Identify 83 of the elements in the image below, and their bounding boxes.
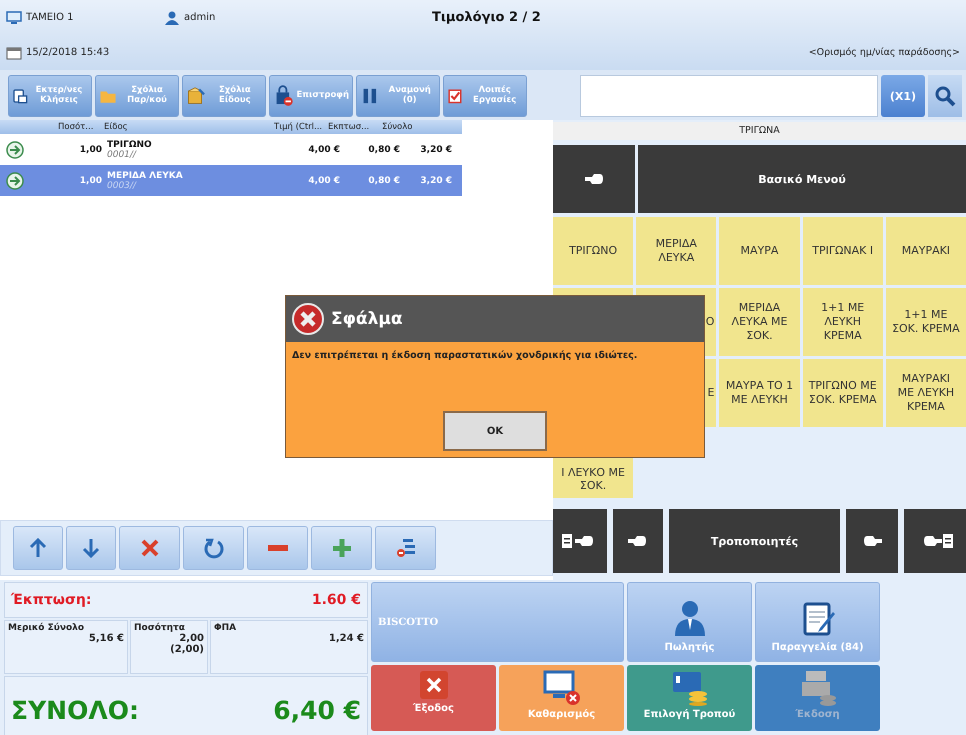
down-arrow-icon: [80, 537, 102, 559]
document-title: Τιμολόγιο 2 / 2: [432, 10, 541, 25]
close-icon: [138, 537, 160, 559]
price-cell-text: 4,00 €: [307, 176, 340, 186]
menu-item-button[interactable]: ΤΡΙΓΩΝΟ ΜΕ ΣΟΚ. ΚΡΕΜΑ: [802, 359, 883, 427]
minus-icon: [268, 545, 288, 551]
error-icon: [291, 302, 325, 336]
menu-item-button[interactable]: 1+1 ΜΕ ΛΕΥΚΗ ΚΡΕΜΑ: [802, 288, 883, 356]
list-options-icon: [394, 537, 416, 559]
user-label: admin: [184, 12, 216, 23]
summary-label: Ποσότητα: [134, 623, 186, 633]
total-cell-text: 3,20 €: [419, 144, 452, 154]
menu-item-button[interactable]: 1+1 ΜΕ ΣΟΚ. ΚΡΕΜΑ: [886, 288, 966, 356]
action-button: Έκδοση: [755, 665, 880, 731]
menu-item-button[interactable]: ΜΑΥΡΑΚΙ ΜΕ ΛΕΥΚΗ ΚΡΕΜΑ: [886, 359, 966, 427]
next-button[interactable]: [904, 509, 966, 573]
arrow-circle-icon: [6, 140, 24, 158]
search-field[interactable]: [580, 75, 878, 117]
monitor-error-icon: [542, 670, 582, 706]
register-label: TAMEIO 1: [26, 12, 74, 23]
total-value: 6,40 €: [273, 696, 361, 725]
item-name: ΤΡΙΓΩΝΟ: [107, 140, 153, 150]
menu-item-button[interactable]: ΜΕΡΙΔΑ ΛΕΥΚΑ: [636, 217, 716, 285]
calendar-icon: [6, 46, 22, 60]
ok-button[interactable]: OK: [443, 411, 547, 451]
dialog-title: Σφάλμα: [331, 309, 403, 329]
column-header[interactable]: Ποσότ...: [0, 122, 104, 132]
forward-button[interactable]: [846, 509, 898, 573]
discount-value: 1.60 €: [312, 592, 361, 608]
search-button[interactable]: [928, 75, 962, 117]
price-cell-text: 4,00 €: [307, 144, 340, 154]
pointing-hand-icon: [584, 173, 604, 185]
error-message: Δεν επιτρέπεται η έκδοση παραστατικών χονδρικής για ιδιώτες.: [292, 350, 638, 361]
summary-label: Μερικό Σύνολο: [8, 623, 86, 633]
user-icon: [164, 10, 180, 24]
column-header[interactable]: Εκπτωσ...: [328, 122, 382, 132]
column-header[interactable]: Σύνολο: [382, 122, 432, 132]
item-code: 0003//: [107, 180, 138, 190]
previous-button[interactable]: [553, 509, 607, 573]
column-header[interactable]: Είδος: [104, 122, 274, 132]
discount-cell-text: 0,80 €: [367, 176, 400, 186]
summary-value: 5,16 €: [88, 633, 124, 644]
discount-cell-text: 0,80 €: [367, 144, 400, 154]
summary-value: 2,00: [178, 633, 204, 644]
undo-icon: [202, 537, 224, 559]
modifiers-button[interactable]: Τροποποιητές: [669, 509, 840, 573]
line-control-button[interactable]: [311, 526, 372, 570]
search-icon: [934, 85, 956, 107]
line-control-button[interactable]: [13, 526, 63, 570]
menu-item-button[interactable]: ΤΡΙΓΩΝΟ: [553, 217, 634, 285]
line-control-button[interactable]: [183, 526, 244, 570]
line-control-button[interactable]: [119, 526, 180, 570]
summary-value: (2,00): [169, 644, 204, 655]
back-button[interactable]: [553, 145, 635, 213]
category-title: ΤΡΙΓΩΝΑ: [553, 122, 966, 140]
summary-label: ΦΠΑ: [214, 623, 238, 633]
item-name: ΜΕΡΙΔΑ ΛΕΥΚΑ: [107, 170, 184, 180]
total-label: ΣΥΝΟΛΟ:: [11, 696, 139, 725]
discount-label: Έκπτωση:: [11, 592, 92, 608]
line-control-button[interactable]: [375, 526, 436, 570]
back-button[interactable]: [613, 509, 663, 573]
menu-item-button[interactable]: ΜΑΥΡΑΚΙ: [886, 217, 966, 285]
arrow-circle-icon: [6, 172, 24, 190]
menu-item-button[interactable]: ΜΑΥΡΑ: [719, 217, 800, 285]
action-button[interactable]: Έξοδος: [371, 665, 496, 731]
column-header[interactable]: Τιμή (Ctrl...: [274, 122, 328, 132]
date-time: 15/2/2018 15:43: [26, 47, 110, 58]
computer-icon: [6, 10, 22, 24]
plus-icon: [330, 537, 352, 559]
line-control-button[interactable]: [247, 526, 308, 570]
item-code: 0001//: [107, 150, 138, 160]
up-arrow-icon: [27, 537, 49, 559]
quantity-cell-text: 1,00: [78, 144, 103, 154]
menu-item-button[interactable]: ΤΡΙΓΩΝΑΚ Ι: [802, 217, 883, 285]
total-cell-text: 3,20 €: [419, 176, 452, 186]
close-icon: [418, 670, 448, 700]
menu-title-button[interactable]: Βασικό Μενού: [638, 145, 966, 213]
line-control-button[interactable]: [66, 526, 116, 570]
menu-item-button[interactable]: ΜΑΥΡΑ ΤΟ 1 ΜΕ ΛΕΥΚΗ: [719, 359, 800, 427]
summary-value: 1,24 €: [328, 633, 364, 644]
quantity-cell-text: 1,00: [78, 176, 103, 186]
menu-item-button[interactable]: ΜΕΡΙΔΑ ΛΕΥΚΑ ΜΕ ΣΟΚ.: [719, 288, 800, 356]
delivery-date-link[interactable]: <Ορισμός ημ/νίας παράδοσης>: [808, 47, 960, 58]
